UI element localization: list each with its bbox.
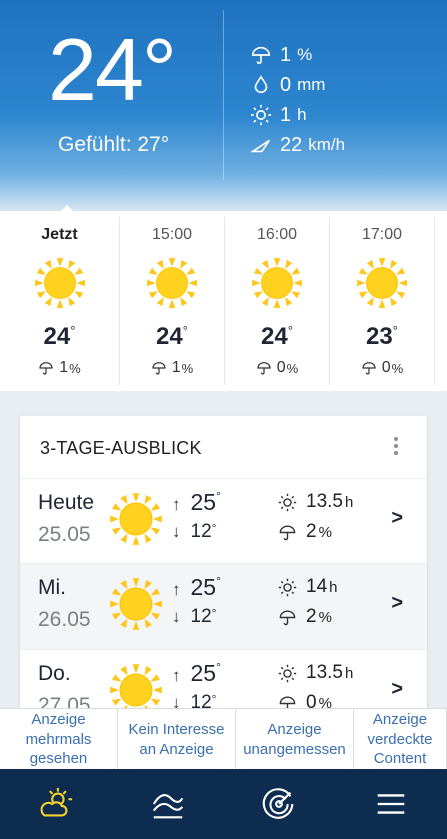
- precip-amount-value: 0: [280, 73, 292, 96]
- hourly-item[interactable]: 16:00 24° 0%: [225, 217, 330, 385]
- sunny-icon: [357, 258, 407, 308]
- wind-stat: 22 km/h: [250, 130, 345, 160]
- sunny-icon: [34, 258, 85, 308]
- chevron-right-icon: >: [391, 592, 403, 614]
- outlook-card: 3-TAGE-AUSBLICK Heute 25.05 ↑ 25° ↓ 12° 13.5 h 2…: [20, 416, 427, 716]
- ad-feedback-button[interactable]: Kein Interesse an Anzeige: [118, 709, 236, 770]
- day-name: Do.: [38, 662, 71, 685]
- menu-icon: [377, 794, 405, 814]
- radar-icon: [263, 788, 294, 819]
- sunny-icon: [110, 578, 162, 630]
- sun-outline-icon: [278, 578, 297, 596]
- wind-direction-icon: [250, 139, 270, 153]
- umbrella-icon: [39, 362, 53, 375]
- arrow-up-icon: ↑: [172, 666, 181, 685]
- umbrella-icon: [152, 362, 166, 375]
- ad-feedback-button[interactable]: Anzeige unangemessen: [236, 709, 354, 770]
- hour-precip: 0%: [225, 359, 329, 377]
- umbrella-icon: [279, 525, 296, 540]
- hourly-item[interactable]: 17:00 23° 0%: [330, 217, 435, 385]
- umbrella-icon: [362, 362, 376, 375]
- high-temperature: ↑ 25°: [172, 660, 221, 686]
- precip-probability-value: 1: [280, 43, 292, 66]
- hour-temperature: 24°: [156, 323, 188, 350]
- more-options-icon[interactable]: [393, 435, 399, 457]
- outlook-day-row[interactable]: Heute 25.05 ↑ 25° ↓ 12° 13.5 h 2% >: [20, 478, 427, 564]
- day-name: Mi.: [38, 576, 66, 599]
- precip-probability-stat: 1%: [250, 40, 345, 70]
- outlook-day-row[interactable]: Mi. 26.05 ↑ 25° ↓ 12° 14 h 2% >: [20, 563, 427, 649]
- sun-hours: 13.5 h: [278, 491, 353, 513]
- hourly-item[interactable]: Jetzt 24° 1%: [0, 217, 120, 385]
- sun-outline-icon: [250, 104, 272, 126]
- sun-outline-icon: [278, 493, 297, 511]
- day-date: 26.05: [38, 608, 91, 631]
- low-temperature: ↓ 12°: [172, 521, 217, 542]
- hour-time: Jetzt: [41, 226, 78, 243]
- current-hour-pointer: [59, 205, 75, 213]
- hour-temperature: 24°: [261, 323, 293, 350]
- sun-hours: 14 h: [278, 576, 337, 598]
- wind-speed-unit: km/h: [308, 135, 346, 154]
- outlook-day-row[interactable]: Do. 27.05 ↑ 25° ↓ 12° 13.5 h 0% >: [20, 649, 427, 716]
- weather-icon: [40, 787, 73, 817]
- hour-precip: 0%: [330, 359, 434, 377]
- arrow-down-icon: ↓: [172, 607, 181, 626]
- umbrella-icon: [257, 362, 271, 375]
- hourly-item[interactable]: 15:00 24° 1%: [120, 217, 225, 385]
- raindrop-icon: [254, 75, 268, 94]
- nav-weather[interactable]: [0, 769, 112, 839]
- low-temperature: ↓ 12°: [172, 606, 217, 627]
- ad-feedback-button[interactable]: Anzeige mehrmals gesehen: [0, 709, 118, 770]
- sunny-icon: [110, 493, 162, 545]
- sun-hours: 13.5 h: [278, 662, 353, 684]
- hour-temperature: 23°: [366, 323, 398, 350]
- ad-feedback-button[interactable]: Anzeige verdeckte Content: [354, 709, 447, 770]
- high-temperature: ↑ 25°: [172, 574, 221, 600]
- sunny-icon: [252, 258, 302, 308]
- hourly-forecast[interactable]: Jetzt 24° 1% 15:00 24° 1% 16:00 24° 0% 17:00 23° 0%: [0, 211, 447, 391]
- map-layers-icon: [152, 794, 183, 819]
- current-weather-header: 24° Gefühlt: 27° 1% 0 mm 1h 22 km/h: [0, 0, 447, 212]
- ad-feedback-bar: Anzeige mehrmals gesehen Kein Interesse a…: [0, 708, 447, 770]
- nav-radar[interactable]: [224, 769, 336, 839]
- hour-time: 16:00: [256, 226, 298, 243]
- hour-temperature: 24°: [43, 323, 76, 350]
- day-date: 25.05: [38, 523, 91, 546]
- high-temperature: ↑ 25°: [172, 489, 221, 515]
- hour-precip: 1%: [0, 359, 119, 377]
- umbrella-icon: [279, 610, 296, 625]
- rain-probability: 2%: [278, 521, 332, 543]
- wind-speed-value: 22: [280, 133, 303, 156]
- chevron-right-icon: >: [391, 507, 403, 529]
- precip-amount-unit: mm: [297, 75, 326, 94]
- current-stats: 1% 0 mm 1h 22 km/h: [250, 40, 345, 160]
- hour-time: 15:00: [151, 226, 193, 243]
- day-name: Heute: [38, 491, 95, 514]
- hour-time: 17:00: [361, 226, 403, 243]
- sun-hours-value: 1: [280, 103, 292, 126]
- nav-menu[interactable]: [335, 769, 447, 839]
- sunny-icon: [147, 258, 197, 308]
- outlook-title: 3-TAGE-AUSBLICK: [40, 438, 202, 458]
- sun-hours-unit: h: [297, 105, 307, 124]
- precip-probability-unit: %: [297, 45, 313, 64]
- current-temperature: 24°: [48, 20, 177, 119]
- feels-like-temperature: Gefühlt: 27°: [58, 133, 170, 156]
- nav-maps[interactable]: [112, 769, 224, 839]
- header-divider: [223, 10, 224, 180]
- arrow-up-icon: ↑: [172, 580, 181, 599]
- sun-outline-icon: [278, 664, 297, 682]
- bottom-navigation: [0, 769, 447, 839]
- arrow-up-icon: ↑: [172, 495, 181, 514]
- chevron-right-icon: >: [391, 678, 403, 700]
- sun-hours-stat: 1h: [250, 100, 345, 130]
- arrow-down-icon: ↓: [172, 522, 181, 541]
- hour-precip: 1%: [120, 359, 224, 377]
- rain-probability: 2%: [278, 606, 332, 628]
- precip-amount-stat: 0 mm: [250, 70, 345, 100]
- umbrella-icon: [251, 46, 271, 65]
